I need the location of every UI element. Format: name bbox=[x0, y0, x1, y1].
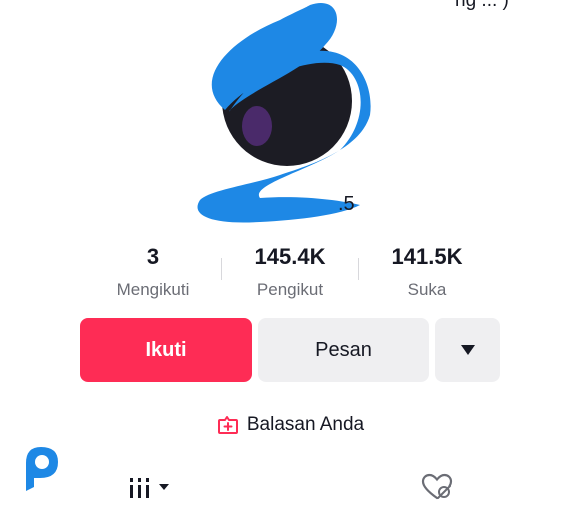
stat-followers[interactable]: 145.4K Pengikut bbox=[220, 244, 360, 300]
followers-count: 145.4K bbox=[254, 244, 326, 269]
follow-button[interactable]: Ikuti bbox=[80, 318, 252, 382]
your-replies-label: Balasan Anda bbox=[246, 414, 365, 435]
your-replies-link[interactable]: Balasan Anda bbox=[0, 414, 581, 436]
liked-videos-tab-icon[interactable] bbox=[421, 473, 453, 501]
likes-label: Suka bbox=[407, 280, 447, 299]
likes-count: 141.5K bbox=[391, 244, 463, 269]
username-fragment: .5 bbox=[338, 193, 355, 215]
watermark-logo-icon bbox=[26, 447, 58, 491]
videos-tab-grid-icon[interactable] bbox=[128, 476, 178, 500]
caret-down-icon bbox=[460, 345, 475, 355]
redaction-scribble bbox=[197, 3, 371, 223]
stats-row: 3 Mengikuti 145.4K Pengikut 141.5K Suka bbox=[0, 244, 581, 304]
top-status-text: ng ... ) bbox=[455, 0, 509, 11]
followers-label: Pengikut bbox=[256, 280, 324, 299]
stat-likes[interactable]: 141.5K Suka bbox=[357, 244, 497, 300]
stat-following[interactable]: 3 Mengikuti bbox=[83, 244, 223, 300]
more-options-button[interactable] bbox=[435, 318, 500, 382]
reply-plus-icon bbox=[217, 416, 238, 434]
following-label: Mengikuti bbox=[116, 280, 190, 299]
message-button[interactable]: Pesan bbox=[258, 318, 429, 382]
following-count: 3 bbox=[146, 244, 160, 269]
profile-header: .5 bbox=[190, 0, 390, 230]
